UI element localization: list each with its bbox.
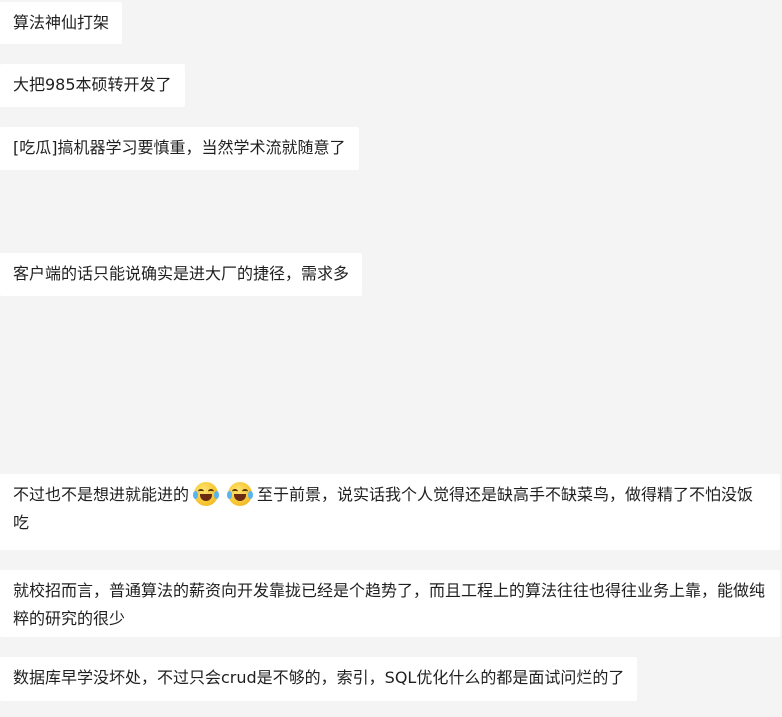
message-bubble[interactable]: 大把985本硕转开发了: [0, 64, 185, 107]
message-text: 数据库早学没坏处，不过只会crud是不够的，索引，SQL优化什么的都是面试问烂的…: [13, 668, 625, 687]
message-bubble[interactable]: 客户端的话只能说确实是进大厂的捷径，需求多: [0, 253, 363, 296]
message-text: [吃瓜]搞机器学习要慎重，当然学术流就随意了: [13, 138, 346, 157]
message-bubble[interactable]: 就校招而言，普通算法的薪资向开发靠拢已经是个趋势了，而且工程上的算法往往也得往业…: [0, 570, 780, 637]
message-bubble[interactable]: [吃瓜]搞机器学习要慎重，当然学术流就随意了: [0, 127, 359, 170]
message-bubble[interactable]: 不过也不是想进就能进的 至于前景，说实话我个人觉得还是缺高手不缺菜鸟，做得精了不怕…: [0, 474, 780, 550]
message-bubble[interactable]: 数据库早学没坏处，不过只会crud是不够的，索引，SQL优化什么的都是面试问烂的…: [0, 657, 638, 701]
message-text: 大把985本硕转开发了: [13, 75, 172, 94]
message-text: 客户端的话只能说确实是进大厂的捷径，需求多: [13, 264, 350, 283]
face-with-tears-of-joy-icon: [227, 482, 254, 506]
message-text: 不过也不是想进就能进的: [13, 485, 190, 504]
message-bubble[interactable]: 算法神仙打架: [0, 2, 123, 44]
face-with-tears-of-joy-icon: [193, 482, 220, 506]
message-text: 就校招而言，普通算法的薪资向开发靠拢已经是个趋势了，而且工程上的算法往往也得往业…: [13, 581, 766, 628]
message-text: 算法神仙打架: [13, 13, 110, 32]
